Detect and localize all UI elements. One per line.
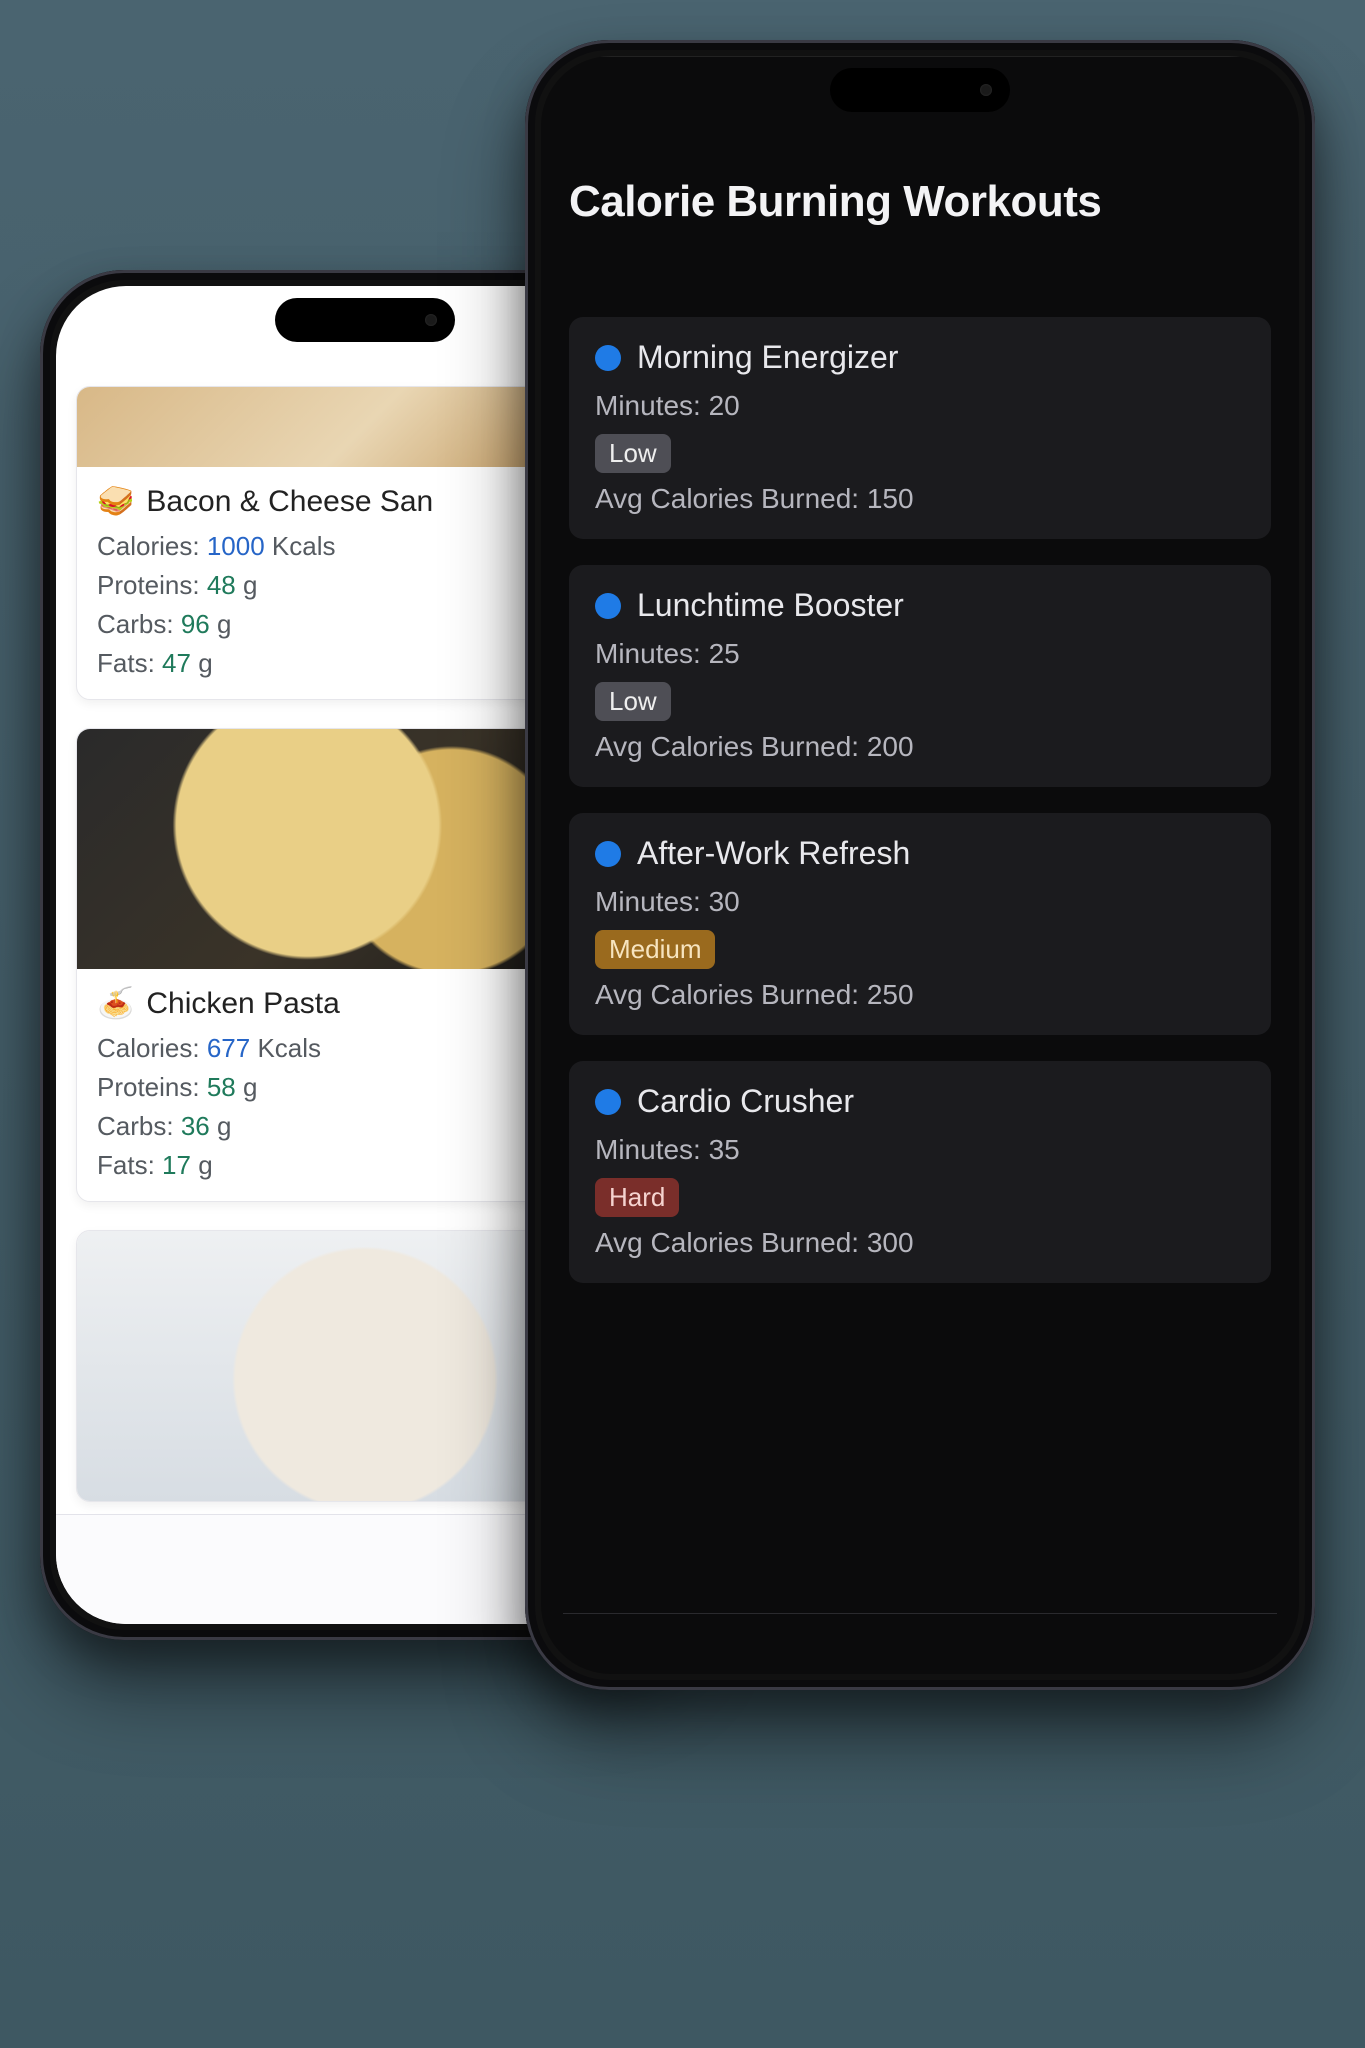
workout-card[interactable]: Morning Energizer Minutes: 20 Low Avg Ca… — [569, 317, 1271, 539]
bullet-icon — [595, 345, 621, 371]
minutes-line: Minutes: 20 — [595, 390, 1245, 422]
intensity-badge: Medium — [595, 930, 715, 969]
intensity-badge: Low — [595, 434, 671, 473]
dynamic-island — [830, 68, 1010, 112]
avg-burned-line: Avg Calories Burned: 150 — [595, 483, 1245, 515]
food-emoji-icon: 🥪 — [97, 487, 134, 517]
bullet-icon — [595, 593, 621, 619]
bullet-icon — [595, 841, 621, 867]
workout-title: Cardio Crusher — [637, 1083, 854, 1120]
avg-burned-line: Avg Calories Burned: 250 — [595, 979, 1245, 1011]
minutes-line: Minutes: 25 — [595, 638, 1245, 670]
workout-card[interactable]: Lunchtime Booster Minutes: 25 Low Avg Ca… — [569, 565, 1271, 787]
workout-card[interactable]: After-Work Refresh Minutes: 30 Medium Av… — [569, 813, 1271, 1035]
food-emoji-icon: 🍝 — [97, 989, 134, 1019]
avg-burned-line: Avg Calories Burned: 300 — [595, 1227, 1245, 1259]
food-title: Chicken Pasta — [146, 987, 339, 1021]
phone-dark-mockup: Calorie Burning Workouts Morning Energiz… — [525, 40, 1315, 1690]
bullet-icon — [595, 1089, 621, 1115]
page-title: Calorie Burning Workouts — [569, 177, 1271, 227]
dynamic-island — [275, 298, 455, 342]
intensity-badge: Low — [595, 682, 671, 721]
bottom-separator — [563, 1613, 1277, 1614]
workout-card[interactable]: Cardio Crusher Minutes: 35 Hard Avg Calo… — [569, 1061, 1271, 1283]
food-title: Bacon & Cheese San — [146, 485, 433, 519]
minutes-line: Minutes: 35 — [595, 1134, 1245, 1166]
intensity-badge: Hard — [595, 1178, 679, 1217]
workout-title: Lunchtime Booster — [637, 587, 904, 624]
minutes-line: Minutes: 30 — [595, 886, 1245, 918]
avg-burned-line: Avg Calories Burned: 200 — [595, 731, 1245, 763]
workout-title: Morning Energizer — [637, 339, 898, 376]
workout-title: After-Work Refresh — [637, 835, 910, 872]
